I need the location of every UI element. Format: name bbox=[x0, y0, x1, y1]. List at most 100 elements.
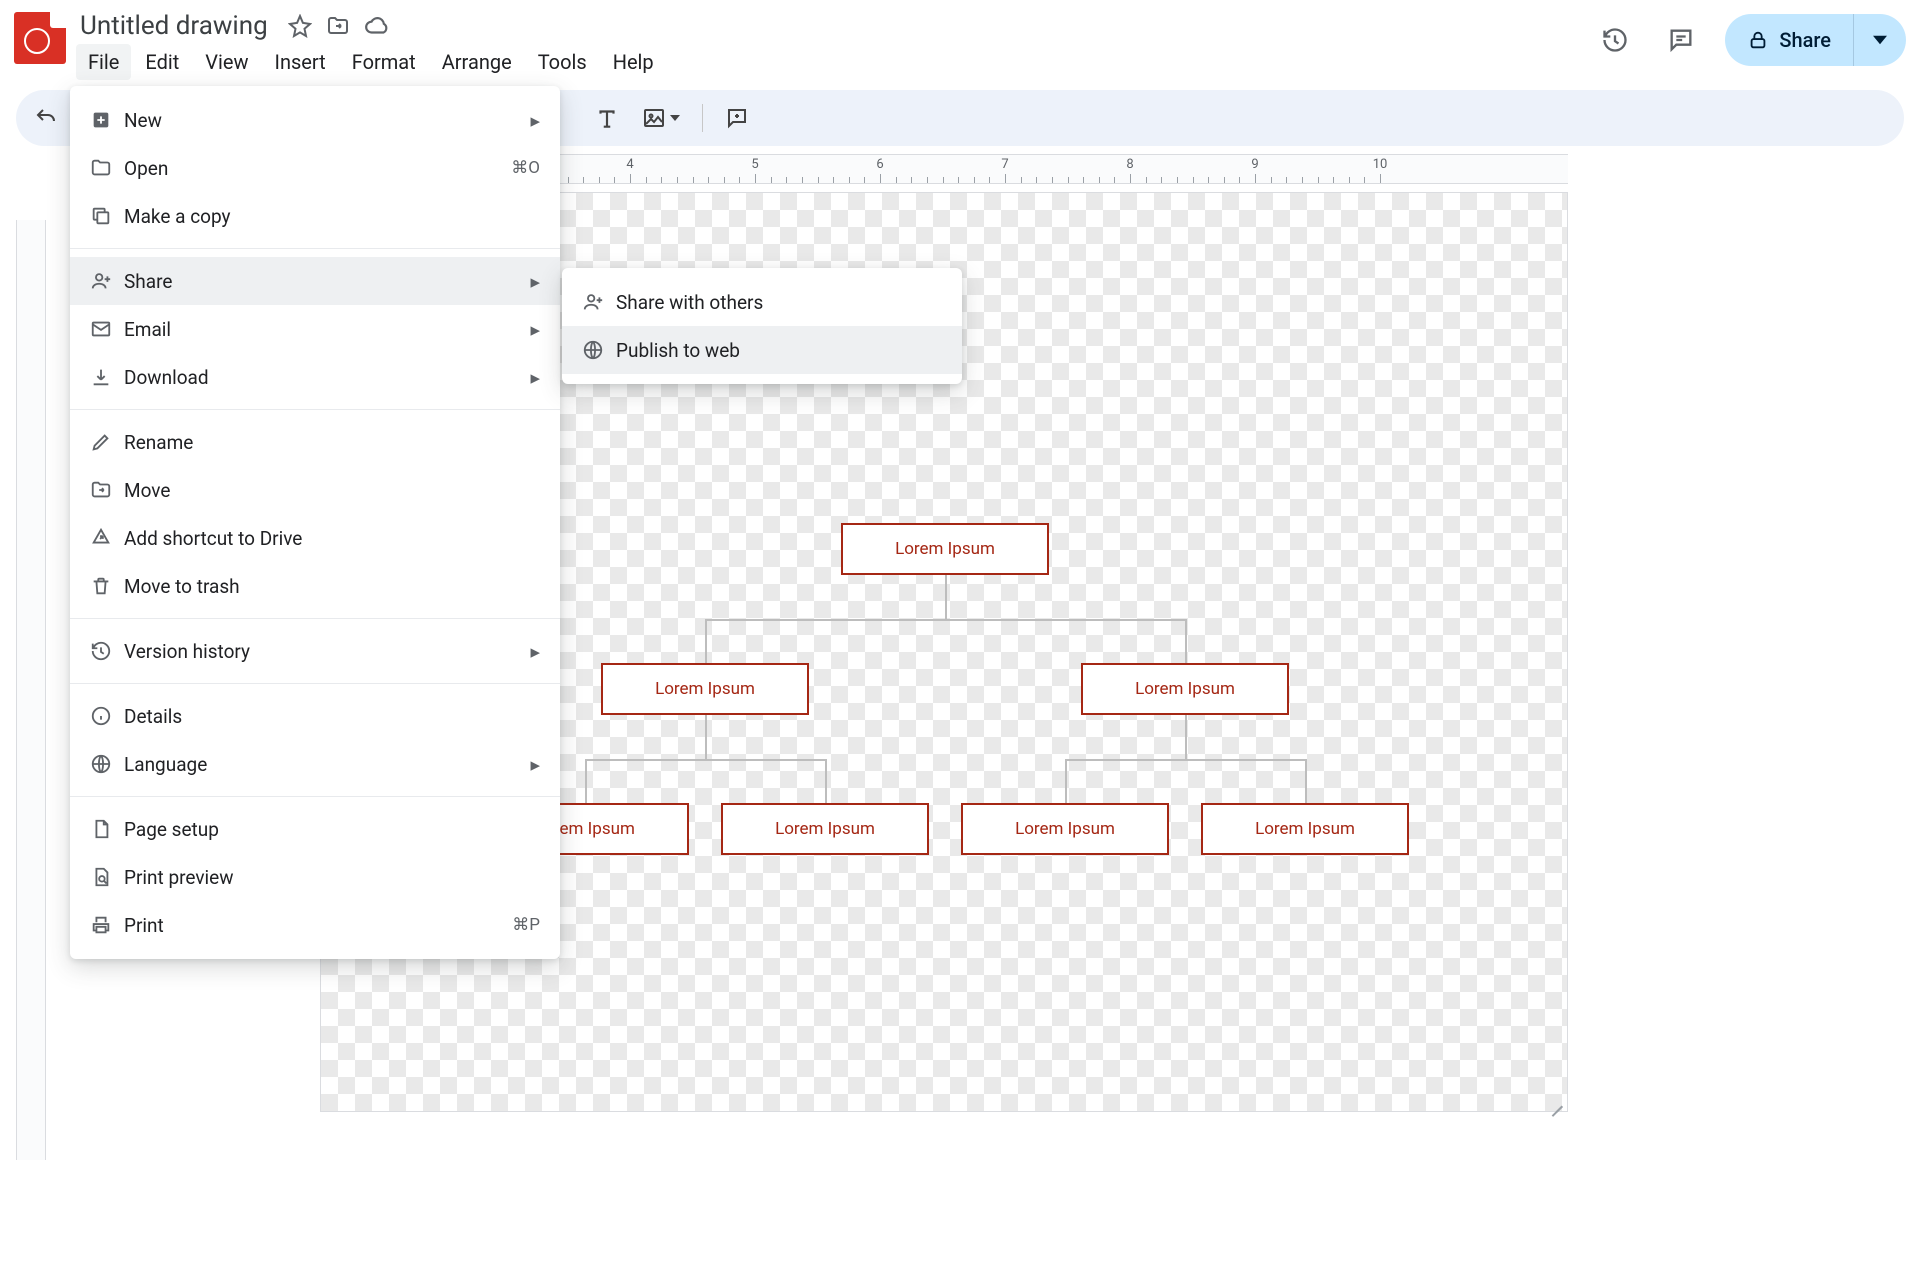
ruler-number: 5 bbox=[751, 157, 758, 172]
menu-label: Print bbox=[124, 914, 512, 937]
menu-arrange[interactable]: Arrange bbox=[430, 44, 524, 80]
history-icon bbox=[90, 640, 124, 662]
share-label: Share bbox=[1779, 28, 1831, 52]
org-node[interactable]: Lorem Ipsum bbox=[841, 523, 1049, 575]
share-button[interactable]: Share bbox=[1725, 14, 1906, 66]
chevron-right-icon: ▸ bbox=[530, 109, 540, 132]
submenu-item-publish-web[interactable]: Publish to web bbox=[562, 326, 962, 374]
title-block: Untitled drawing File Edit View Insert F… bbox=[74, 8, 1593, 80]
menu-item-page-setup[interactable]: Page setup bbox=[70, 805, 560, 853]
info-icon bbox=[90, 705, 124, 727]
chevron-right-icon: ▸ bbox=[530, 753, 540, 776]
menu-item-version-history[interactable]: Version history ▸ bbox=[70, 627, 560, 675]
menu-label: Move to trash bbox=[124, 575, 540, 598]
menu-insert[interactable]: Insert bbox=[263, 44, 338, 80]
page-search-icon bbox=[90, 866, 124, 888]
menu-label: Open bbox=[124, 157, 511, 180]
ruler-number: 9 bbox=[1251, 157, 1258, 172]
comments-icon[interactable] bbox=[1659, 18, 1703, 62]
menu-label: Add shortcut to Drive bbox=[124, 527, 540, 550]
cloud-status-icon[interactable] bbox=[364, 13, 390, 39]
menu-edit[interactable]: Edit bbox=[133, 44, 191, 80]
ruler-number: 6 bbox=[876, 157, 883, 172]
menu-item-rename[interactable]: Rename bbox=[70, 418, 560, 466]
menu-label: Email bbox=[124, 318, 522, 341]
menu-item-download[interactable]: Download ▸ bbox=[70, 353, 560, 401]
menu-item-make-copy[interactable]: Make a copy bbox=[70, 192, 560, 240]
menu-item-open[interactable]: Open ⌘O bbox=[70, 144, 560, 192]
globe-icon bbox=[90, 753, 124, 775]
menu-label: Move bbox=[124, 479, 540, 502]
menu-format[interactable]: Format bbox=[340, 44, 428, 80]
submenu-item-share-others[interactable]: Share with others bbox=[562, 278, 962, 326]
connector-line bbox=[945, 575, 947, 619]
menu-help[interactable]: Help bbox=[601, 44, 666, 80]
file-menu: New ▸ Open ⌘O Make a copy Share ▸ Email … bbox=[70, 86, 560, 959]
menu-label: Page setup bbox=[124, 818, 540, 841]
canvas-resize-handle[interactable] bbox=[1545, 1089, 1565, 1109]
connector-line bbox=[705, 619, 707, 663]
print-icon bbox=[90, 914, 124, 936]
comment-tool[interactable] bbox=[725, 106, 749, 130]
connector-line bbox=[1065, 759, 1067, 803]
pencil-icon bbox=[90, 431, 124, 453]
org-node[interactable]: Lorem Ipsum bbox=[1201, 803, 1409, 855]
page-icon bbox=[90, 818, 124, 840]
menu-label: New bbox=[124, 109, 522, 132]
org-node[interactable]: Lorem Ipsum bbox=[601, 663, 809, 715]
menu-item-print[interactable]: Print ⌘P bbox=[70, 901, 560, 949]
org-node[interactable]: Lorem Ipsum bbox=[721, 803, 929, 855]
person-add-icon bbox=[582, 291, 616, 313]
menu-item-details[interactable]: Details bbox=[70, 692, 560, 740]
copy-icon bbox=[90, 205, 124, 227]
menu-file[interactable]: File bbox=[76, 44, 131, 80]
share-dropdown-caret[interactable] bbox=[1854, 33, 1906, 47]
chevron-right-icon: ▸ bbox=[530, 366, 540, 389]
menu-label: Share with others bbox=[616, 291, 942, 314]
menu-label: Print preview bbox=[124, 866, 540, 889]
menu-view[interactable]: View bbox=[193, 44, 260, 80]
menu-item-language[interactable]: Language ▸ bbox=[70, 740, 560, 788]
folder-move-icon bbox=[90, 479, 124, 501]
chevron-right-icon: ▸ bbox=[530, 640, 540, 663]
ruler-number: 4 bbox=[626, 157, 633, 172]
person-add-icon bbox=[90, 270, 124, 292]
menu-label: Share bbox=[124, 270, 522, 293]
move-folder-icon[interactable] bbox=[326, 14, 350, 38]
trash-icon bbox=[90, 575, 124, 597]
share-submenu: Share with others Publish to web bbox=[562, 268, 962, 384]
plus-square-icon bbox=[90, 109, 124, 131]
document-title[interactable]: Untitled drawing bbox=[74, 9, 274, 43]
menu-item-share[interactable]: Share ▸ bbox=[70, 257, 560, 305]
header-actions: Share bbox=[1593, 8, 1906, 66]
connector-line bbox=[1305, 759, 1307, 803]
globe-icon bbox=[582, 339, 616, 361]
org-node[interactable]: Lorem Ipsum bbox=[961, 803, 1169, 855]
menu-tools[interactable]: Tools bbox=[526, 44, 599, 80]
undo-button[interactable] bbox=[34, 106, 58, 130]
chevron-right-icon: ▸ bbox=[530, 270, 540, 293]
connector-line bbox=[1065, 759, 1305, 761]
lock-icon bbox=[1747, 29, 1769, 51]
menu-label: Publish to web bbox=[616, 339, 942, 362]
header: Untitled drawing File Edit View Insert F… bbox=[0, 0, 1920, 88]
text-tool[interactable] bbox=[594, 105, 620, 131]
menu-shortcut: ⌘O bbox=[511, 158, 540, 178]
org-node[interactable]: Lorem Ipsum bbox=[1081, 663, 1289, 715]
history-icon[interactable] bbox=[1593, 18, 1637, 62]
menu-item-trash[interactable]: Move to trash bbox=[70, 562, 560, 610]
menu-item-add-shortcut[interactable]: Add shortcut to Drive bbox=[70, 514, 560, 562]
menu-label: Download bbox=[124, 366, 522, 389]
menu-item-print-preview[interactable]: Print preview bbox=[70, 853, 560, 901]
star-icon[interactable] bbox=[288, 14, 312, 38]
image-tool[interactable] bbox=[642, 106, 680, 130]
app-logo-icon[interactable] bbox=[14, 12, 66, 64]
connector-line bbox=[825, 759, 827, 803]
connector-line bbox=[705, 619, 1185, 621]
menu-item-move[interactable]: Move bbox=[70, 466, 560, 514]
menu-item-email[interactable]: Email ▸ bbox=[70, 305, 560, 353]
menubar: File Edit View Insert Format Arrange Too… bbox=[74, 44, 1593, 80]
menu-item-new[interactable]: New ▸ bbox=[70, 96, 560, 144]
connector-line bbox=[585, 759, 825, 761]
connector-line bbox=[585, 759, 587, 803]
